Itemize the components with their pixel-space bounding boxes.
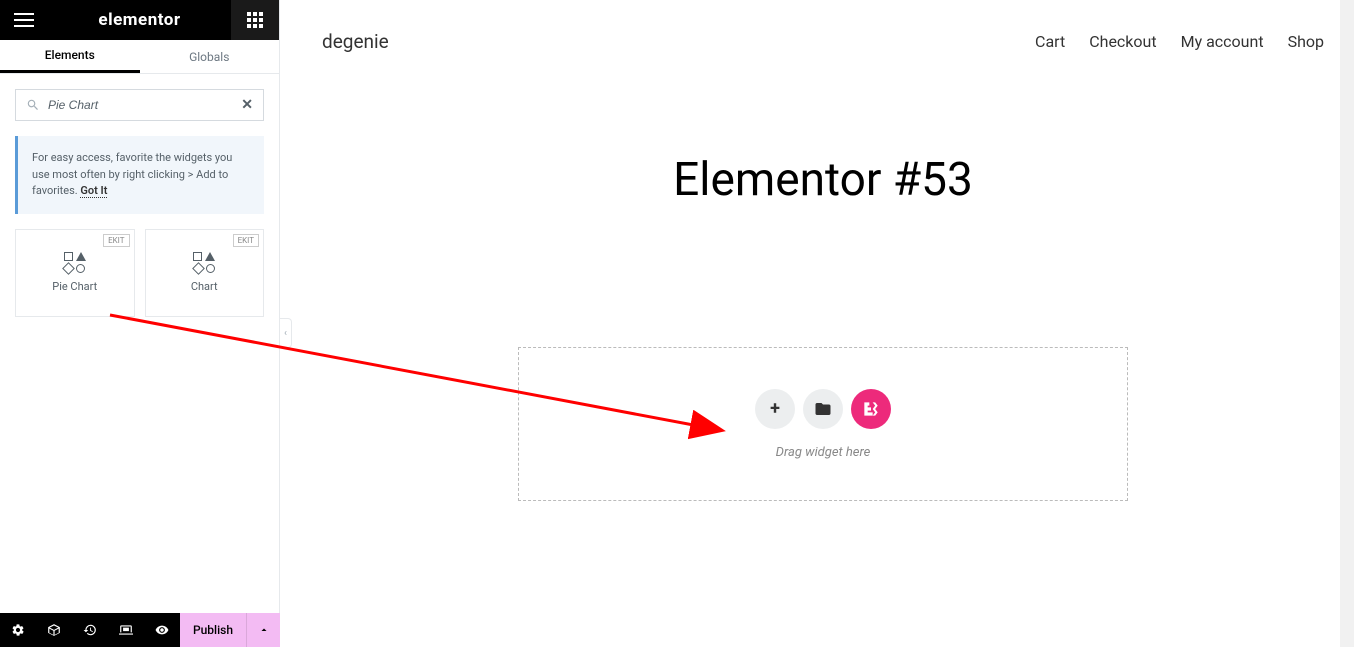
widget-label: Pie Chart [52,280,97,293]
search-input[interactable] [40,98,241,112]
tab-globals[interactable]: Globals [140,40,280,73]
responsive-icon[interactable] [108,613,144,647]
search-box: ✕ [15,89,264,121]
logo: elementor [48,10,231,30]
panel-tabs: Elements Globals [0,40,279,74]
widget-label: Chart [191,280,218,293]
template-library-button[interactable] [803,389,843,429]
menu-icon[interactable] [0,0,48,40]
tip-text: For easy access, favorite the widgets yo… [32,151,232,197]
apps-icon[interactable] [231,0,279,40]
drop-buttons: + [755,389,891,429]
ek-icon [861,399,881,419]
nav-account[interactable]: My account [1181,32,1264,51]
widget-badge: EKIT [103,234,129,247]
bottom-toolbar: Publish [0,613,280,647]
widgets-grid: EKIT Pie Chart EKIT Chart [0,229,279,317]
gotit-button[interactable]: Got It [80,184,107,198]
settings-icon[interactable] [0,613,36,647]
search-container: ✕ [0,74,279,136]
tip-box: For easy access, favorite the widgets yo… [15,136,264,214]
nav-shop[interactable]: Shop [1288,32,1324,51]
tab-elements[interactable]: Elements [0,40,140,73]
add-section-button[interactable]: + [755,389,795,429]
sidebar-header: elementor [0,0,279,40]
search-icon [26,98,40,112]
navigator-icon[interactable] [36,613,72,647]
preview-canvas: degenie Cart Checkout My account Shop El… [292,0,1354,647]
collapse-panel-button[interactable]: ‹ [280,318,292,348]
site-nav: Cart Checkout My account Shop [1035,32,1324,51]
publish-options-button[interactable] [246,613,280,647]
nav-checkout[interactable]: Checkout [1089,32,1156,51]
elementskit-button[interactable] [851,389,891,429]
elementor-sidebar: elementor Elements Globals ✕ For easy ac… [0,0,280,647]
shapes-icon [61,252,89,272]
shapes-icon [190,252,218,272]
clear-search-icon[interactable]: ✕ [241,97,253,113]
history-icon[interactable] [72,613,108,647]
widget-badge: EKIT [233,234,259,247]
page-title: Elementor #53 [292,153,1354,207]
drop-text: Drag widget here [776,445,871,460]
preview-icon[interactable] [144,613,180,647]
scrollbar[interactable] [1340,0,1354,647]
widget-pie-chart[interactable]: EKIT Pie Chart [15,229,135,317]
site-title[interactable]: degenie [322,30,389,53]
nav-cart[interactable]: Cart [1035,32,1065,51]
page-header: degenie Cart Checkout My account Shop [292,0,1354,73]
widget-chart[interactable]: EKIT Chart [145,229,265,317]
drop-zone[interactable]: + Drag widget here [518,347,1128,501]
folder-icon [814,400,832,418]
publish-button[interactable]: Publish [180,613,246,647]
